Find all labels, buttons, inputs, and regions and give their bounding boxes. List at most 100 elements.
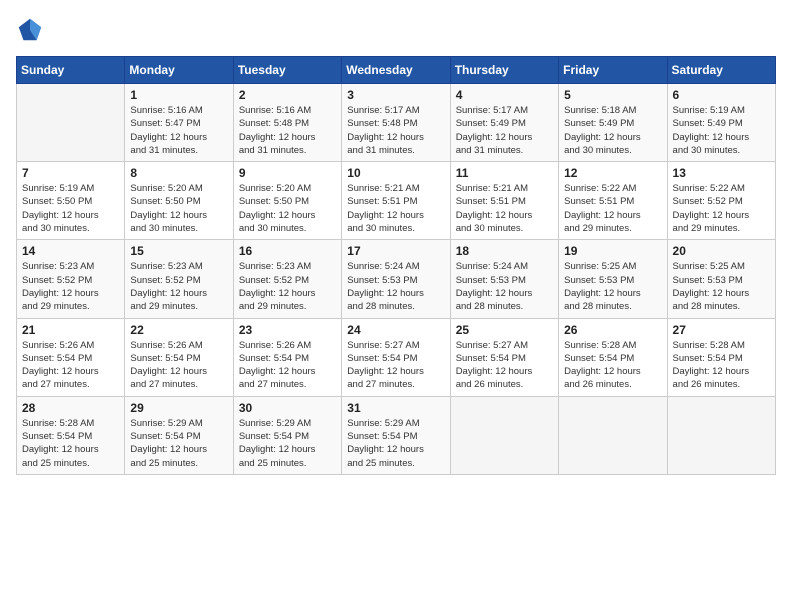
day-info: Sunrise: 5:28 AM Sunset: 5:54 PM Dayligh… xyxy=(22,417,119,470)
day-number: 7 xyxy=(22,166,119,180)
weekday-header: Sunday xyxy=(17,57,125,84)
day-info: Sunrise: 5:25 AM Sunset: 5:53 PM Dayligh… xyxy=(673,260,770,313)
day-info: Sunrise: 5:26 AM Sunset: 5:54 PM Dayligh… xyxy=(239,339,336,392)
day-info: Sunrise: 5:29 AM Sunset: 5:54 PM Dayligh… xyxy=(239,417,336,470)
weekday-header: Wednesday xyxy=(342,57,450,84)
day-info: Sunrise: 5:28 AM Sunset: 5:54 PM Dayligh… xyxy=(673,339,770,392)
calendar-week-row: 14Sunrise: 5:23 AM Sunset: 5:52 PM Dayli… xyxy=(17,240,776,318)
calendar-cell: 3 Sunrise: 5:17 AM Sunset: 5:48 PM Daylig… xyxy=(342,84,450,162)
calendar-table: SundayMondayTuesdayWednesdayThursdayFrid… xyxy=(16,56,776,475)
calendar-cell: 22Sunrise: 5:26 AM Sunset: 5:54 PM Dayli… xyxy=(125,318,233,396)
day-info: Sunrise: 5:27 AM Sunset: 5:54 PM Dayligh… xyxy=(347,339,444,392)
day-number: 9 xyxy=(239,166,336,180)
day-number: 15 xyxy=(130,244,227,258)
calendar-cell: 2 Sunrise: 5:16 AM Sunset: 5:48 PM Daylig… xyxy=(233,84,341,162)
calendar-cell: 6 Sunrise: 5:19 AM Sunset: 5:49 PM Daylig… xyxy=(667,84,775,162)
calendar-cell: 30 Sunrise: 5:29 AM Sunset: 5:54 PM Dayli… xyxy=(233,396,341,474)
day-info: Sunrise: 5:21 AM Sunset: 5:51 PM Dayligh… xyxy=(347,182,444,235)
calendar-cell: 9 Sunrise: 5:20 AM Sunset: 5:50 PM Daylig… xyxy=(233,162,341,240)
day-info: Sunrise: 5:19 AM Sunset: 5:49 PM Dayligh… xyxy=(673,104,770,157)
calendar-header: SundayMondayTuesdayWednesdayThursdayFrid… xyxy=(17,57,776,84)
day-number: 16 xyxy=(239,244,336,258)
calendar-cell: 25 Sunrise: 5:27 AM Sunset: 5:54 PM Dayli… xyxy=(450,318,558,396)
day-number: 2 xyxy=(239,88,336,102)
day-number: 27 xyxy=(673,323,770,337)
day-info: Sunrise: 5:20 AM Sunset: 5:50 PM Dayligh… xyxy=(239,182,336,235)
day-info: Sunrise: 5:17 AM Sunset: 5:48 PM Dayligh… xyxy=(347,104,444,157)
calendar-week-row: 7 Sunrise: 5:19 AM Sunset: 5:50 PM Daylig… xyxy=(17,162,776,240)
day-number: 18 xyxy=(456,244,553,258)
calendar-cell: 8 Sunrise: 5:20 AM Sunset: 5:50 PM Daylig… xyxy=(125,162,233,240)
calendar-cell: 24Sunrise: 5:27 AM Sunset: 5:54 PM Dayli… xyxy=(342,318,450,396)
calendar-cell: 15 Sunrise: 5:23 AM Sunset: 5:52 PM Dayli… xyxy=(125,240,233,318)
day-number: 28 xyxy=(22,401,119,415)
calendar-cell: 10Sunrise: 5:21 AM Sunset: 5:51 PM Dayli… xyxy=(342,162,450,240)
calendar-cell: 18 Sunrise: 5:24 AM Sunset: 5:53 PM Dayli… xyxy=(450,240,558,318)
calendar-cell: 7 Sunrise: 5:19 AM Sunset: 5:50 PM Daylig… xyxy=(17,162,125,240)
calendar-cell xyxy=(17,84,125,162)
day-info: Sunrise: 5:29 AM Sunset: 5:54 PM Dayligh… xyxy=(347,417,444,470)
calendar-cell: 17Sunrise: 5:24 AM Sunset: 5:53 PM Dayli… xyxy=(342,240,450,318)
calendar-cell xyxy=(450,396,558,474)
day-number: 21 xyxy=(22,323,119,337)
day-info: Sunrise: 5:23 AM Sunset: 5:52 PM Dayligh… xyxy=(130,260,227,313)
day-info: Sunrise: 5:18 AM Sunset: 5:49 PM Dayligh… xyxy=(564,104,661,157)
day-info: Sunrise: 5:21 AM Sunset: 5:51 PM Dayligh… xyxy=(456,182,553,235)
day-info: Sunrise: 5:22 AM Sunset: 5:51 PM Dayligh… xyxy=(564,182,661,235)
calendar-cell: 5 Sunrise: 5:18 AM Sunset: 5:49 PM Daylig… xyxy=(559,84,667,162)
day-info: Sunrise: 5:25 AM Sunset: 5:53 PM Dayligh… xyxy=(564,260,661,313)
calendar-week-row: 21 Sunrise: 5:26 AM Sunset: 5:54 PM Dayli… xyxy=(17,318,776,396)
day-info: Sunrise: 5:24 AM Sunset: 5:53 PM Dayligh… xyxy=(347,260,444,313)
calendar-cell: 27 Sunrise: 5:28 AM Sunset: 5:54 PM Dayli… xyxy=(667,318,775,396)
calendar-cell: 29Sunrise: 5:29 AM Sunset: 5:54 PM Dayli… xyxy=(125,396,233,474)
calendar-cell: 12 Sunrise: 5:22 AM Sunset: 5:51 PM Dayli… xyxy=(559,162,667,240)
calendar-cell xyxy=(559,396,667,474)
day-number: 6 xyxy=(673,88,770,102)
day-info: Sunrise: 5:27 AM Sunset: 5:54 PM Dayligh… xyxy=(456,339,553,392)
logo-icon xyxy=(16,16,44,44)
day-number: 3 xyxy=(347,88,444,102)
day-info: Sunrise: 5:23 AM Sunset: 5:52 PM Dayligh… xyxy=(239,260,336,313)
day-number: 23 xyxy=(239,323,336,337)
calendar-cell xyxy=(667,396,775,474)
day-number: 8 xyxy=(130,166,227,180)
calendar-body: 1 Sunrise: 5:16 AM Sunset: 5:47 PM Daylig… xyxy=(17,84,776,475)
day-info: Sunrise: 5:26 AM Sunset: 5:54 PM Dayligh… xyxy=(22,339,119,392)
day-number: 12 xyxy=(564,166,661,180)
day-info: Sunrise: 5:22 AM Sunset: 5:52 PM Dayligh… xyxy=(673,182,770,235)
calendar-cell: 31 Sunrise: 5:29 AM Sunset: 5:54 PM Dayli… xyxy=(342,396,450,474)
weekday-row: SundayMondayTuesdayWednesdayThursdayFrid… xyxy=(17,57,776,84)
calendar-cell: 16 Sunrise: 5:23 AM Sunset: 5:52 PM Dayli… xyxy=(233,240,341,318)
day-info: Sunrise: 5:24 AM Sunset: 5:53 PM Dayligh… xyxy=(456,260,553,313)
calendar-cell: 14Sunrise: 5:23 AM Sunset: 5:52 PM Dayli… xyxy=(17,240,125,318)
calendar-cell: 13 Sunrise: 5:22 AM Sunset: 5:52 PM Dayli… xyxy=(667,162,775,240)
day-number: 19 xyxy=(564,244,661,258)
day-number: 25 xyxy=(456,323,553,337)
day-info: Sunrise: 5:20 AM Sunset: 5:50 PM Dayligh… xyxy=(130,182,227,235)
calendar-cell: 20 Sunrise: 5:25 AM Sunset: 5:53 PM Dayli… xyxy=(667,240,775,318)
day-number: 22 xyxy=(130,323,227,337)
day-info: Sunrise: 5:17 AM Sunset: 5:49 PM Dayligh… xyxy=(456,104,553,157)
day-number: 5 xyxy=(564,88,661,102)
calendar-cell: 26Sunrise: 5:28 AM Sunset: 5:54 PM Dayli… xyxy=(559,318,667,396)
weekday-header: Monday xyxy=(125,57,233,84)
day-info: Sunrise: 5:28 AM Sunset: 5:54 PM Dayligh… xyxy=(564,339,661,392)
day-number: 30 xyxy=(239,401,336,415)
day-number: 13 xyxy=(673,166,770,180)
calendar-cell: 19 Sunrise: 5:25 AM Sunset: 5:53 PM Dayli… xyxy=(559,240,667,318)
day-number: 31 xyxy=(347,401,444,415)
day-info: Sunrise: 5:19 AM Sunset: 5:50 PM Dayligh… xyxy=(22,182,119,235)
day-number: 20 xyxy=(673,244,770,258)
calendar-cell: 21 Sunrise: 5:26 AM Sunset: 5:54 PM Dayli… xyxy=(17,318,125,396)
calendar-cell: 1 Sunrise: 5:16 AM Sunset: 5:47 PM Daylig… xyxy=(125,84,233,162)
day-number: 1 xyxy=(130,88,227,102)
day-info: Sunrise: 5:23 AM Sunset: 5:52 PM Dayligh… xyxy=(22,260,119,313)
weekday-header: Thursday xyxy=(450,57,558,84)
calendar-cell: 4Sunrise: 5:17 AM Sunset: 5:49 PM Daylig… xyxy=(450,84,558,162)
calendar-cell: 28 Sunrise: 5:28 AM Sunset: 5:54 PM Dayli… xyxy=(17,396,125,474)
day-number: 11 xyxy=(456,166,553,180)
day-info: Sunrise: 5:16 AM Sunset: 5:48 PM Dayligh… xyxy=(239,104,336,157)
calendar-week-row: 28 Sunrise: 5:28 AM Sunset: 5:54 PM Dayli… xyxy=(17,396,776,474)
calendar-week-row: 1 Sunrise: 5:16 AM Sunset: 5:47 PM Daylig… xyxy=(17,84,776,162)
day-info: Sunrise: 5:16 AM Sunset: 5:47 PM Dayligh… xyxy=(130,104,227,157)
